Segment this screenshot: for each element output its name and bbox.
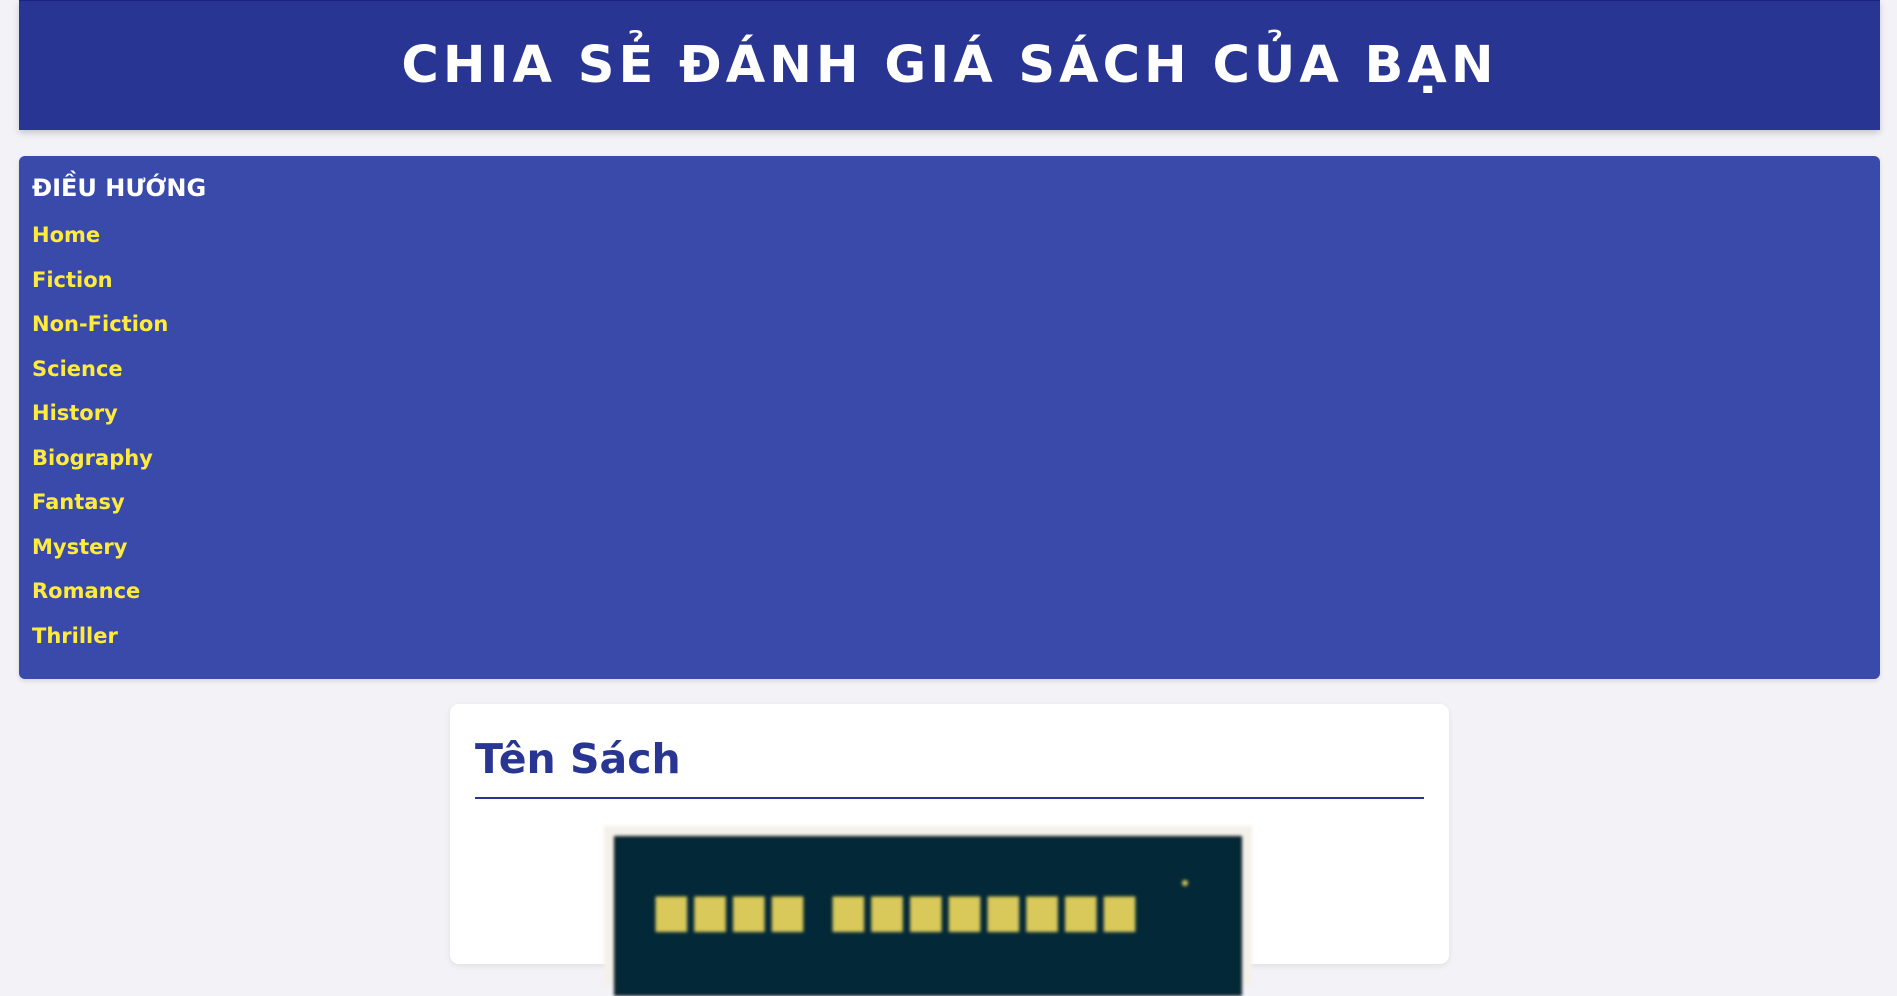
nav-item-mystery: Mystery (32, 525, 1867, 570)
nav-item-fiction: Fiction (32, 258, 1867, 303)
cover-dot (1182, 880, 1188, 886)
nav-link-history[interactable]: History (32, 401, 118, 425)
site-title: CHIA SẺ ĐÁNH GIÁ SÁCH CỦA BẠN (401, 36, 1498, 95)
nav-link-mystery[interactable]: Mystery (32, 535, 127, 559)
nav-link-romance[interactable]: Romance (32, 579, 140, 603)
book-cover: ▆▆▆▆ ▆▆▆▆▆▆▆▆ (614, 836, 1242, 996)
book-title: Tên Sách (475, 734, 1424, 799)
nav-item-thriller: Thriller (32, 614, 1867, 659)
navigation-panel: ĐIỀU HƯỚNG Home Fiction Non-Fiction Scie… (19, 156, 1880, 679)
nav-link-fiction[interactable]: Fiction (32, 268, 113, 292)
nav-link-thriller[interactable]: Thriller (32, 624, 118, 648)
site-header: CHIA SẺ ĐÁNH GIÁ SÁCH CỦA BẠN (19, 0, 1880, 130)
nav-link-fantasy[interactable]: Fantasy (32, 490, 125, 514)
nav-item-history: History (32, 391, 1867, 436)
nav-item-science: Science (32, 347, 1867, 392)
nav-item-home: Home (32, 213, 1867, 258)
nav-link-home[interactable]: Home (32, 223, 100, 247)
nav-item-fantasy: Fantasy (32, 480, 1867, 525)
nav-title: ĐIỀU HƯỚNG (32, 174, 207, 202)
nav-item-biography: Biography (32, 436, 1867, 481)
nav-link-non-fiction[interactable]: Non-Fiction (32, 312, 168, 336)
book-cover-image: ▆▆▆▆ ▆▆▆▆▆▆▆▆ (604, 826, 1252, 996)
book-review-card: Tên Sách ▆▆▆▆ ▆▆▆▆▆▆▆▆ (450, 704, 1449, 996)
nav-item-non-fiction: Non-Fiction (32, 302, 1867, 347)
nav-link-science[interactable]: Science (32, 357, 123, 381)
nav-list: Home Fiction Non-Fiction Science History… (32, 213, 1867, 658)
nav-item-romance: Romance (32, 569, 1867, 614)
nav-link-biography[interactable]: Biography (32, 446, 153, 470)
cover-artwork-text: ▆▆▆▆ ▆▆▆▆▆▆▆▆ (656, 886, 1144, 932)
